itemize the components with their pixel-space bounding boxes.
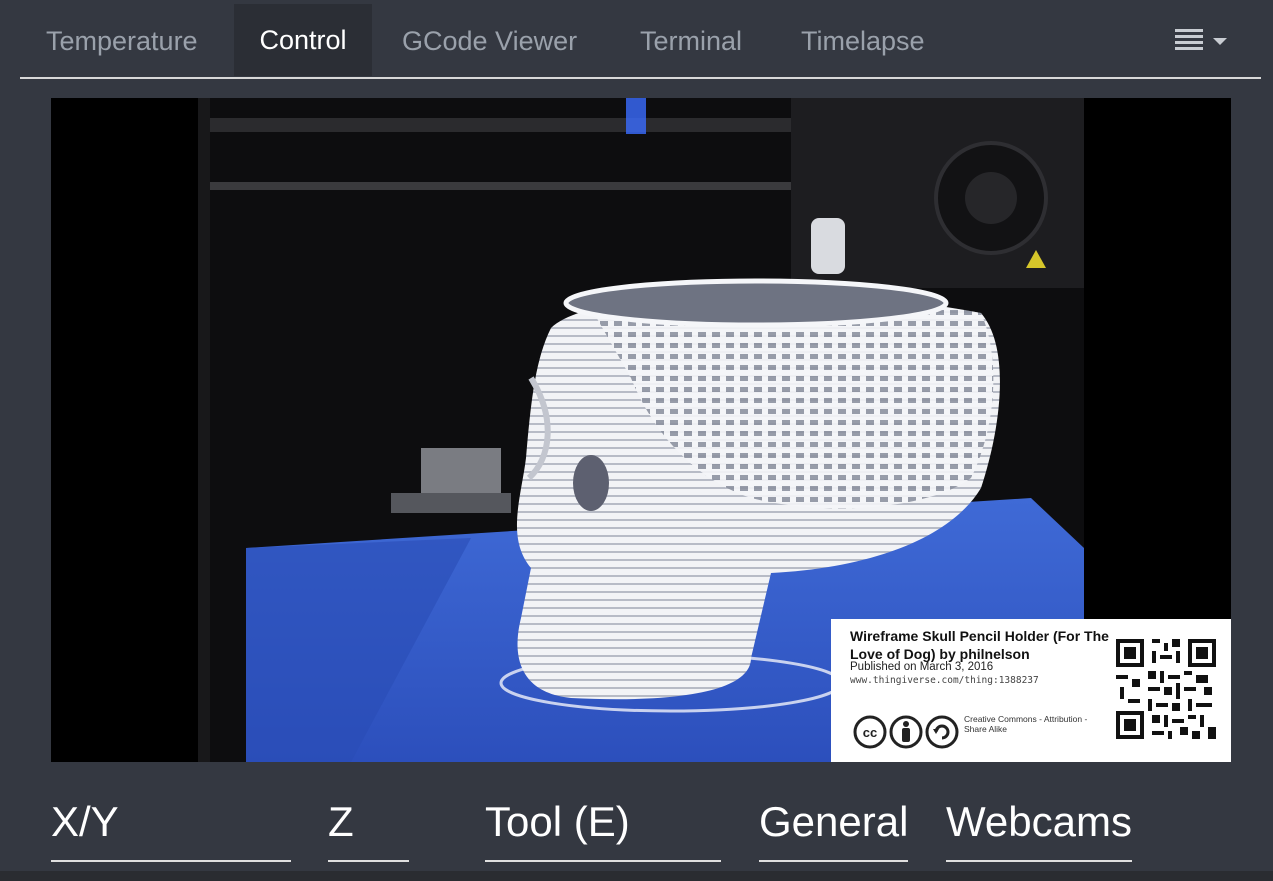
license-text: Creative Commons - Attribution - Share A… (964, 714, 1088, 734)
horizontal-scrollbar[interactable] (0, 871, 1273, 881)
hamburger-list-icon (1175, 29, 1203, 50)
tab-timelapse[interactable]: Timelapse (801, 4, 925, 78)
published-date: Published on March 3, 2016 (850, 661, 994, 673)
section-general-heading[interactable]: General (759, 798, 908, 862)
section-xy-heading[interactable]: X/Y (51, 798, 291, 862)
caret-down-icon (1213, 38, 1227, 45)
tab-temperature[interactable]: Temperature (46, 4, 198, 78)
control-section-headers: X/Y Z Tool (E) General Webcams (0, 790, 1273, 870)
section-z-heading[interactable]: Z (328, 798, 409, 862)
section-tool-heading[interactable]: Tool (E) (485, 798, 721, 862)
more-tabs-menu-button[interactable] (1175, 28, 1233, 54)
tab-bar: Temperature Control GCode Viewer Termina… (20, 0, 1261, 79)
thing-title: Wireframe Skull Pencil Holder (For The L… (850, 628, 1109, 662)
thing-url: www.thingiverse.com/thing:1388237 (850, 675, 1039, 686)
tab-control[interactable]: Control (234, 4, 372, 76)
cc-license-icons: cc (853, 715, 959, 749)
attribution-icon (889, 715, 923, 749)
cc-icon: cc (853, 715, 887, 749)
thing-info-overlay: Wireframe Skull Pencil Holder (For The L… (831, 619, 1231, 762)
qr-code (1116, 639, 1216, 739)
webcam-stream[interactable]: Wireframe Skull Pencil Holder (For The L… (51, 98, 1231, 762)
tab-terminal[interactable]: Terminal (640, 4, 742, 78)
section-webcams-heading[interactable]: Webcams (946, 798, 1132, 862)
share-alike-icon (925, 715, 959, 749)
svg-text:cc: cc (863, 725, 877, 740)
tab-gcode-viewer[interactable]: GCode Viewer (402, 4, 577, 78)
